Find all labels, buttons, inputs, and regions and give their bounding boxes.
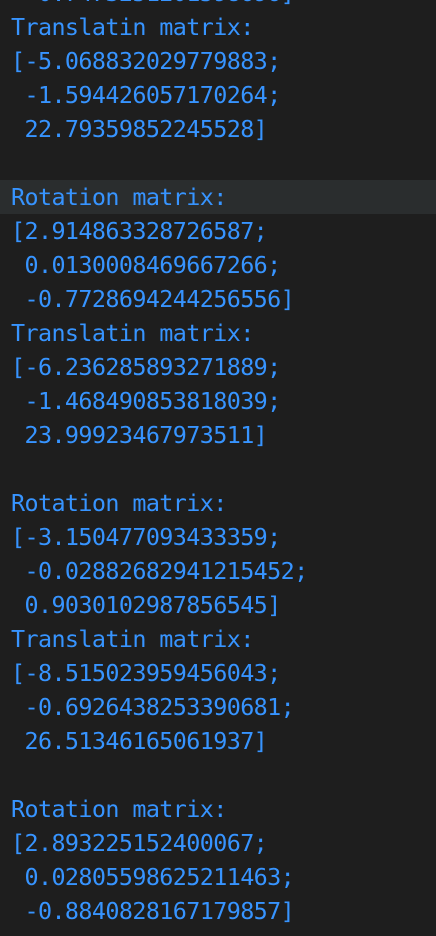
matrix-value-line: 22.79359852245528] xyxy=(11,115,268,143)
matrix-value-line: -0.02882682941215452; xyxy=(11,557,308,585)
matrix-value-line: 26.51346165061937] xyxy=(11,727,268,755)
rotation-matrix-label: Rotation matrix: xyxy=(0,180,436,214)
matrix-value-line: [-6.236285893271889; xyxy=(11,353,281,381)
translation-matrix-label: Translatin matrix: xyxy=(11,13,254,41)
matrix-value-line: -1.594426057170264; xyxy=(11,81,281,109)
matrix-value-line: 0.0130008469667266; xyxy=(11,251,281,279)
matrix-value-line: [2.914863328726587; xyxy=(11,217,268,245)
matrix-value-line: [-8.515023959456043; xyxy=(11,659,281,687)
matrix-value-line: -0.8840828167179857] xyxy=(11,897,295,925)
translation-matrix-label: Translatin matrix: xyxy=(11,319,254,347)
rotation-matrix-label: Rotation matrix: xyxy=(11,795,227,823)
console-output: -0.7473251201598696] Translatin matrix: [-… xyxy=(0,0,436,928)
matrix-value-line: -1.468490853818039; xyxy=(11,387,281,415)
matrix-value-line: 0.02805598625211463; xyxy=(11,863,295,891)
matrix-value-line: [2.893225152400067; xyxy=(11,829,268,857)
matrix-value-line: 0.9030102987856545] xyxy=(11,591,281,619)
matrix-value-line: [-3.150477093433359; xyxy=(11,523,281,551)
rotation-matrix-label: Rotation matrix: xyxy=(11,489,227,517)
matrix-value-line: -0.6926438253390681; xyxy=(11,693,295,721)
matrix-value-line: -0.7473251201598696] xyxy=(0,0,436,10)
translation-matrix-label: Translatin matrix: xyxy=(11,625,254,653)
matrix-value-line: -0.7728694244256556] xyxy=(11,285,295,313)
matrix-value-line: 23.99923467973511] xyxy=(11,421,268,449)
matrix-value-line: [-5.068832029779883; xyxy=(11,47,281,75)
